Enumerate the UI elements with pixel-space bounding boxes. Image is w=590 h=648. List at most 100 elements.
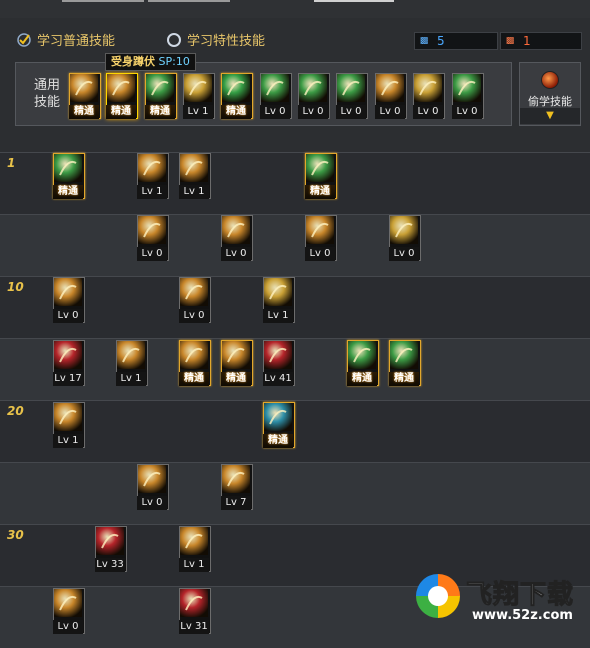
skill-icon bbox=[222, 341, 250, 369]
skill-icon bbox=[117, 341, 145, 369]
skill-slot[interactable]: Lv 0 bbox=[53, 588, 85, 634]
steal-dropdown-button[interactable]: ▼ bbox=[520, 108, 580, 124]
top-tab-2[interactable] bbox=[148, 0, 230, 2]
steal-skill-label: 偷学技能 bbox=[528, 95, 572, 108]
skill-icon bbox=[264, 341, 292, 369]
skill-slot[interactable]: Lv 0 bbox=[179, 277, 211, 323]
skill-slot[interactable]: Lv 1 bbox=[116, 340, 148, 386]
skill-icon bbox=[138, 216, 166, 244]
skill-slot[interactable]: Lv 1 bbox=[53, 402, 85, 448]
skill-slot[interactable]: Lv 1 bbox=[183, 73, 215, 119]
tier-level-label: 30 bbox=[7, 528, 24, 542]
tier-row: 10 bbox=[0, 276, 590, 338]
learn-normal-tab[interactable]: 学习普通技能 bbox=[17, 30, 115, 49]
learn-special-tab[interactable]: 学习特性技能 bbox=[167, 30, 265, 49]
skill-level-tag: Lv 0 bbox=[336, 105, 366, 119]
skill-slot[interactable]: Lv 17 bbox=[53, 340, 85, 386]
tier-row: 1 bbox=[0, 152, 590, 214]
skill-slot[interactable]: Lv 1 bbox=[263, 277, 295, 323]
skill-level-tag: Lv 1 bbox=[179, 185, 209, 199]
top-tab-1[interactable] bbox=[62, 0, 144, 2]
skill-icon bbox=[180, 278, 208, 306]
skill-icon bbox=[337, 74, 365, 102]
skill-slot[interactable]: Lv 41 bbox=[263, 340, 295, 386]
skill-icon bbox=[54, 403, 82, 431]
watermark-url: www.52z.com bbox=[472, 608, 573, 623]
skill-level-tag: 精通 bbox=[106, 105, 136, 119]
skill-icon bbox=[180, 527, 208, 555]
skill-slot[interactable]: Lv 0 bbox=[375, 73, 407, 119]
skill-level-tag: Lv 0 bbox=[137, 247, 167, 261]
skill-icon bbox=[138, 154, 166, 182]
skill-icon bbox=[138, 465, 166, 493]
skill-slot[interactable]: 精通 bbox=[263, 402, 295, 448]
tier-level-label: 1 bbox=[7, 156, 16, 170]
skill-slot[interactable]: Lv 0 bbox=[298, 73, 330, 119]
tier-row: 20 bbox=[0, 400, 590, 462]
watermark-logo-icon bbox=[416, 574, 460, 618]
skill-slot[interactable]: Lv 0 bbox=[413, 73, 445, 119]
skill-slot[interactable]: Lv 0 bbox=[221, 215, 253, 261]
sp-book-icon: ▩ bbox=[419, 36, 429, 46]
skill-slot[interactable]: Lv 0 bbox=[336, 73, 368, 119]
skill-level-tag: 精通 bbox=[389, 372, 419, 386]
skill-level-tag: 精通 bbox=[179, 372, 209, 386]
skill-slot[interactable]: Lv 0 bbox=[305, 215, 337, 261]
skill-slot[interactable]: Lv 1 bbox=[179, 526, 211, 572]
skill-level-tag: Lv 0 bbox=[137, 496, 167, 510]
steal-skill-panel[interactable]: 偷学技能 ▼ bbox=[519, 62, 581, 126]
skill-slot[interactable]: Lv 1 bbox=[137, 153, 169, 199]
skill-slot[interactable]: 精通 bbox=[221, 73, 253, 119]
skill-slot[interactable]: 精通 bbox=[145, 73, 177, 119]
skill-level-tag: Lv 0 bbox=[260, 105, 290, 119]
skill-icon bbox=[306, 154, 334, 182]
tier-row bbox=[0, 214, 590, 276]
skill-slot[interactable]: Lv 0 bbox=[137, 215, 169, 261]
skill-slot[interactable]: 精通 bbox=[221, 340, 253, 386]
skill-level-tag: Lv 0 bbox=[389, 247, 419, 261]
skill-slot[interactable]: 精通 bbox=[179, 340, 211, 386]
tp-book-icon: ▩ bbox=[505, 36, 515, 46]
skill-icon bbox=[264, 278, 292, 306]
skill-slot[interactable]: 精通 bbox=[305, 153, 337, 199]
skill-level-tag: Lv 1 bbox=[179, 558, 209, 572]
skill-slot[interactable]: Lv 0 bbox=[53, 277, 85, 323]
skill-level-tag: 精通 bbox=[221, 105, 251, 119]
skill-level-tag: 精通 bbox=[145, 105, 175, 119]
skill-level-tag: 精通 bbox=[221, 372, 251, 386]
skill-slot[interactable]: Lv 0 bbox=[260, 73, 292, 119]
skill-slot[interactable]: 精通 bbox=[53, 153, 85, 199]
skill-icon bbox=[54, 278, 82, 306]
skill-level-tag: Lv 0 bbox=[53, 620, 83, 634]
learn-special-label: 学习特性技能 bbox=[187, 34, 266, 49]
skill-level-tag: 精通 bbox=[305, 185, 335, 199]
skill-level-tag: Lv 41 bbox=[263, 372, 293, 386]
tp-counter: ▩ 1 bbox=[500, 32, 582, 50]
skill-level-tag: Lv 0 bbox=[53, 309, 83, 323]
skill-level-tag: 精通 bbox=[69, 105, 99, 119]
skill-slot[interactable]: 精通 bbox=[389, 340, 421, 386]
top-strip bbox=[0, 0, 590, 18]
skill-icon bbox=[299, 74, 327, 102]
skill-slot[interactable]: 精通 bbox=[347, 340, 379, 386]
top-tab-3[interactable] bbox=[314, 0, 394, 2]
skill-level-tag: Lv 1 bbox=[53, 434, 83, 448]
skill-slot[interactable]: Lv 1 bbox=[179, 153, 211, 199]
skill-slot[interactable]: 精通 bbox=[69, 73, 101, 119]
skill-slot[interactable]: Lv 7 bbox=[221, 464, 253, 510]
skill-slot[interactable]: Lv 33 bbox=[95, 526, 127, 572]
skill-icon bbox=[414, 74, 442, 102]
skill-icon bbox=[96, 527, 124, 555]
skill-slot[interactable]: 精通 bbox=[106, 73, 138, 119]
skill-slot[interactable]: Lv 0 bbox=[452, 73, 484, 119]
tooltip-skill-name: 受身蹲伏 bbox=[111, 55, 155, 68]
check-icon bbox=[17, 32, 31, 47]
skill-slot[interactable]: Lv 31 bbox=[179, 588, 211, 634]
tier-row bbox=[0, 338, 590, 400]
skill-icon bbox=[180, 154, 208, 182]
skill-slot[interactable]: Lv 0 bbox=[137, 464, 169, 510]
site-watermark: 飞翔下载 www.52z.com bbox=[412, 570, 590, 633]
sp-counter: ▩ 5 bbox=[414, 32, 498, 50]
skill-slot[interactable]: Lv 0 bbox=[389, 215, 421, 261]
skill-icon bbox=[107, 74, 135, 102]
